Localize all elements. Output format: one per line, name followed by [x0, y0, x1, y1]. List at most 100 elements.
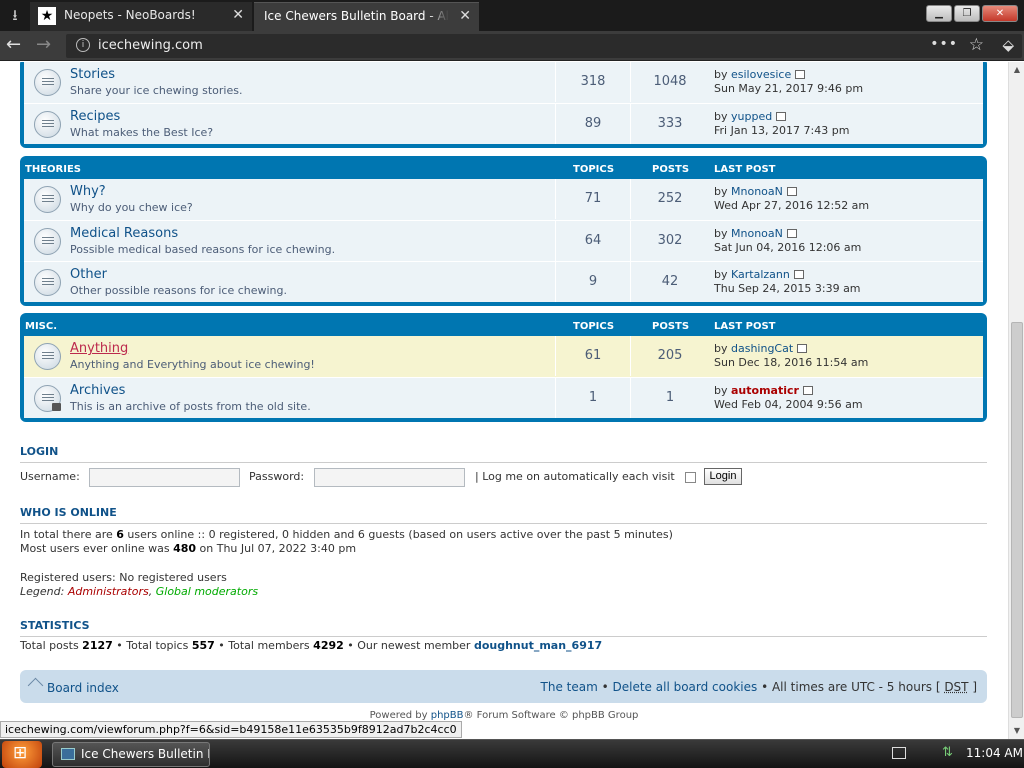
last-post: by esilovesice Sun May 21, 2017 9:46 pm — [714, 68, 863, 96]
online-text: on Thu Jul 07, 2022 3:40 pm — [196, 542, 357, 555]
online-text: users online :: 0 registered, 0 hidden a… — [123, 528, 673, 541]
forum-row-why: Why? Why do you chew ice? 71 252 by Mnon… — [24, 179, 983, 220]
restore-icon[interactable]: ❐ — [954, 5, 980, 22]
newest-member-link[interactable]: doughnut_man_6917 — [474, 639, 602, 652]
tab-title: Neopets - NeoBoards! — [64, 8, 196, 22]
forum-title-link[interactable]: Why? — [70, 184, 106, 199]
forum-description: Possible medical based reasons for ice c… — [70, 243, 336, 256]
last-poster-link[interactable]: automaticr — [731, 384, 799, 397]
who-is-online-heading[interactable]: WHO IS ONLINE — [20, 506, 987, 524]
view-latest-post-icon[interactable] — [786, 229, 797, 238]
forum-title-link[interactable]: Stories — [70, 67, 115, 82]
forum-title-link[interactable]: Recipes — [70, 109, 120, 124]
the-team-link[interactable]: The team — [541, 680, 598, 694]
topics-count: 9 — [555, 262, 631, 302]
total-posts: 2127 — [82, 639, 113, 652]
scroll-down-arrow-icon[interactable]: ▼ — [1012, 726, 1022, 735]
bookmark-star-icon[interactable]: ☆ — [969, 35, 984, 55]
url-text[interactable]: icechewing.com — [98, 38, 203, 53]
last-post-date: Thu Sep 24, 2015 3:39 am — [714, 282, 861, 295]
legend-administrators-link[interactable]: Administrators — [68, 585, 149, 598]
tab-ice-chewers[interactable]: Ice Chewers Bulletin Board - All about i… — [254, 2, 479, 31]
minimize-icon[interactable]: ▁ — [926, 5, 952, 22]
legend-line: Legend: Administrators, Global moderator… — [20, 585, 258, 598]
footer-links: The team • Delete all board cookies • Al… — [541, 680, 977, 694]
board-index-label: Board index — [47, 681, 119, 695]
address-bar[interactable]: i icechewing.com ••• ☆ ⬙ — [66, 34, 1022, 58]
online-text: In total there are — [20, 528, 117, 541]
forum-title-link[interactable]: Archives — [70, 383, 125, 398]
total-members: 4292 — [313, 639, 344, 652]
category-title[interactable]: MISC. — [25, 321, 57, 332]
last-poster-link[interactable]: MnonoaN — [731, 185, 783, 198]
phpbb-link[interactable]: phpBB — [431, 710, 464, 721]
last-poster-link[interactable]: Kartalzann — [731, 268, 790, 281]
timezone-text: ] — [968, 680, 977, 694]
forward-arrow-icon[interactable]: → — [36, 35, 51, 55]
footer-navbar: Board index The team • Delete all board … — [20, 670, 987, 703]
view-latest-post-icon[interactable] — [802, 386, 813, 395]
online-text: Most users ever online was — [20, 542, 174, 555]
forum-read-icon — [34, 111, 61, 138]
last-poster-link[interactable]: esilovesice — [731, 68, 791, 81]
extensions-icon[interactable]: ⬙ — [1002, 36, 1014, 54]
close-icon[interactable]: ✕ — [232, 2, 244, 29]
forum-description: This is an archive of posts from the old… — [70, 400, 311, 413]
col-topics-header: TOPICS — [573, 321, 615, 332]
page-viewport: Stories Share your ice chewing stories. … — [0, 62, 1008, 739]
topics-count: 318 — [555, 62, 631, 102]
posts-count: 1 — [665, 390, 675, 405]
last-post-date: Sun Dec 18, 2016 11:54 am — [714, 356, 869, 369]
login-button[interactable]: Login — [704, 468, 742, 485]
clock[interactable]: 11:04 AM — [966, 746, 1023, 760]
statistics-heading: STATISTICS — [20, 619, 987, 637]
lock-icon — [52, 403, 61, 411]
last-poster-link[interactable]: dashingCat — [731, 342, 793, 355]
legend-moderators-link[interactable]: Global moderators — [156, 585, 258, 598]
keyboard-icon[interactable] — [892, 747, 906, 759]
network-icon[interactable]: ⇅ — [942, 745, 953, 760]
forum-title-link[interactable]: Other — [70, 267, 107, 282]
scroll-up-arrow-icon[interactable]: ▲ — [1012, 65, 1022, 74]
window-close-icon[interactable]: ✕ — [982, 5, 1018, 22]
download-icon[interactable]: ⭳ — [4, 4, 26, 26]
home-icon — [27, 677, 44, 694]
username-input[interactable] — [89, 468, 240, 487]
autologin-checkbox[interactable] — [685, 472, 696, 483]
last-poster-link[interactable]: MnonoaN — [731, 227, 783, 240]
delete-cookies-link[interactable]: Delete all board cookies — [613, 680, 758, 694]
back-arrow-icon[interactable]: ← — [6, 35, 21, 55]
forum-read-icon — [34, 343, 61, 370]
tab-neopets[interactable]: ★ Neopets - NeoBoards! ✕ — [30, 2, 252, 31]
col-last-post-header: LAST POST — [714, 164, 776, 175]
forum-row-archives: Archives This is an archive of posts fro… — [24, 377, 983, 418]
info-icon[interactable]: i — [76, 38, 90, 52]
forum-title-link[interactable]: Medical Reasons — [70, 226, 178, 241]
posts-count: 252 — [657, 191, 683, 206]
stat-label: Total posts — [20, 639, 83, 652]
view-latest-post-icon[interactable] — [797, 344, 808, 353]
more-options-icon[interactable]: ••• — [930, 36, 958, 52]
category-title[interactable]: THEORIES — [25, 164, 81, 175]
page-scrollbar[interactable]: ▲ ▼ — [1008, 62, 1024, 739]
start-button[interactable] — [2, 741, 42, 768]
forum-list: Why? Why do you chew ice? 71 252 by Mnon… — [24, 179, 983, 302]
view-latest-post-icon[interactable] — [793, 270, 804, 279]
forum-row-recipes: Recipes What makes the Best Ice? 89 333 … — [24, 103, 983, 144]
col-topics-header: TOPICS — [573, 164, 615, 175]
forum-title-link[interactable]: Anything — [70, 341, 128, 356]
col-last-post-header: LAST POST — [714, 321, 776, 332]
close-icon[interactable]: ✕ — [459, 3, 471, 30]
board-index-link[interactable]: Board index — [27, 677, 119, 695]
scrollbar-thumb[interactable] — [1011, 322, 1023, 718]
view-latest-post-icon[interactable] — [776, 112, 787, 121]
taskbar-item-label: Ice Chewers Bulletin B... — [81, 747, 209, 761]
last-poster-link[interactable]: yupped — [731, 110, 772, 123]
taskbar-browser-item[interactable]: Ice Chewers Bulletin B... — [52, 742, 210, 767]
view-latest-post-icon[interactable] — [795, 70, 806, 79]
powered-by: Powered by phpBB® Forum Software © phpBB… — [0, 710, 1008, 721]
stat-label: • Total members — [214, 639, 314, 652]
password-input[interactable] — [314, 468, 465, 487]
view-latest-post-icon[interactable] — [786, 187, 797, 196]
stat-label: • Total topics — [112, 639, 192, 652]
